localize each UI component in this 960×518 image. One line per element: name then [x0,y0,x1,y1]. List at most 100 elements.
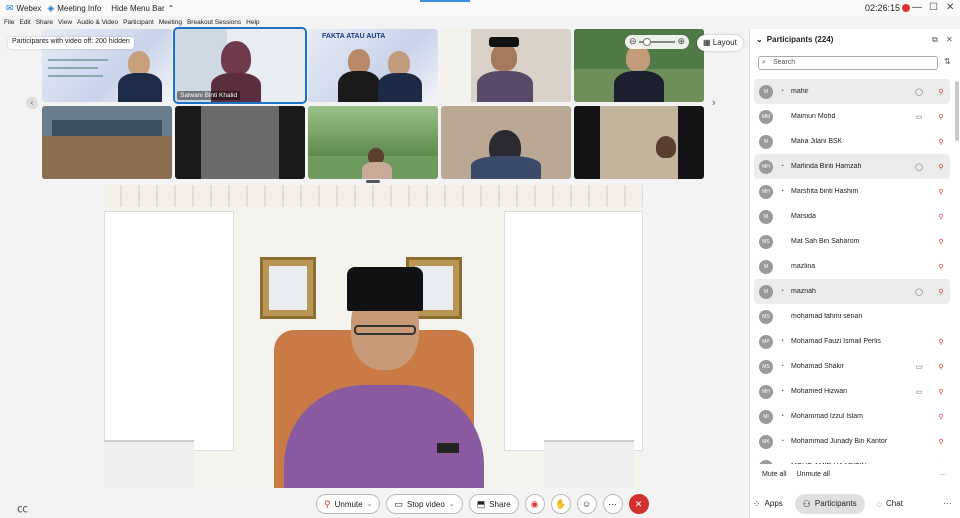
participant-row[interactable]: MS Mat Sah Bin Saharom ⚲ [754,229,950,254]
mic-muted-icon[interactable]: ⚲ [936,363,946,371]
menu-share[interactable]: Share [36,19,53,26]
participants-header[interactable]: ⌄ Participants (224) [756,35,833,44]
mic-muted-icon[interactable]: ⚲ [936,438,946,446]
menu-meeting[interactable]: Meeting [159,19,182,26]
participant-row[interactable]: MS mohamad fahmi senan [754,304,950,329]
raise-hand-button[interactable]: ✋ [550,494,571,514]
participant-name: Mohammad Izzul Islam [791,413,863,420]
menu-participant[interactable]: Participant [123,19,154,26]
chat-status-icon: ▭ [915,113,923,121]
mic-muted-icon[interactable]: ⚲ [936,113,946,121]
next-page-arrow-icon[interactable]: › [712,97,716,109]
leave-meeting-button[interactable]: ✕ [628,494,649,514]
chevron-down-icon[interactable]: ⌄ [449,500,455,508]
video-tile[interactable] [574,106,704,179]
hide-menu-bar-button[interactable]: Hide Menu Bar ⌃ [111,4,174,13]
mic-muted-icon[interactable]: ⚲ [936,388,946,396]
more-options-icon[interactable]: ··· [939,470,947,479]
menu-view[interactable]: View [58,19,72,26]
video-tile[interactable]: FAKTA ATAU AUTA [308,29,438,102]
video-tile-active[interactable]: Salwani Binti Khalid [173,27,307,104]
participant-row[interactable]: Mmazlina ⚲ [754,254,950,279]
close-window-icon[interactable]: ✕ [946,2,954,13]
more-options-button[interactable]: ··· [602,494,623,514]
mute-all-button[interactable]: Mute all [762,471,787,478]
apps-tab[interactable]: ⁘ Apps [745,494,791,514]
mic-muted-icon[interactable]: ⚲ [936,138,946,146]
participant-row[interactable]: MH ◔ Mohamed Hizwan ▭ ⚲ [754,379,950,404]
collapse-chevron-icon[interactable]: ⌄ [756,35,763,44]
participant-row[interactable]: MH ◔ Marlinda Binti Hamzah ◯ ⚲ [754,154,950,179]
chevron-down-icon[interactable]: ⌄ [367,500,373,508]
zoom-in-icon[interactable]: ⊕ [677,36,685,47]
webex-app-item[interactable]: ✉ Webex [6,3,41,14]
participant-row[interactable]: MA ◔ MOHD AMIR HJ ARIFIN▭ ⚲ [754,454,950,464]
more-tabs-icon[interactable]: ··· [943,498,952,508]
participant-row[interactable]: MH ◔ Marshita binti Hashim ⚲ [754,179,950,204]
participant-row[interactable]: M Marsida ⚲ [754,204,950,229]
list-scrollbar[interactable] [955,81,959,141]
participants-tab[interactable]: ⚇ Participants [794,494,865,514]
maximize-icon[interactable]: ☐ [929,2,938,13]
record-button[interactable]: ◉ [524,494,545,514]
participant-row[interactable]: M Maria Jilani BSK ⚲ [754,129,950,154]
chat-tab[interactable]: ◌ Chat [869,494,911,514]
unmute-all-button[interactable]: Unmute all [797,471,830,478]
left-cabinet [104,211,234,451]
participant-row[interactable]: M ◔ maznah ◯ ⚲ [754,279,950,304]
person-body [338,71,380,102]
prev-page-arrow-icon[interactable]: ‹ [26,97,38,109]
participant-row[interactable]: M ◔ mahir ◯ ⚲ [754,79,950,104]
songkok-cap [489,37,519,47]
person-head [221,41,251,75]
video-tile[interactable] [308,106,438,179]
mic-muted-icon[interactable]: ⚲ [936,188,946,196]
sort-icon[interactable]: ⇅ [944,57,951,66]
mic-muted-icon[interactable]: ⚲ [936,288,946,296]
menu-breakout-sessions[interactable]: Breakout Sessions [187,19,241,26]
unmute-button[interactable]: ⚲ Unmute ⌄ [316,494,381,514]
mic-muted-icon[interactable]: ⚲ [936,163,946,171]
share-button[interactable]: ⬒ Share [468,494,519,514]
mic-muted-icon[interactable]: ⚲ [936,338,946,346]
mic-muted-icon[interactable]: ⚲ [936,263,946,271]
participants-title: Participants (224) [766,35,834,44]
close-panel-icon[interactable]: ✕ [946,35,953,44]
menu-edit[interactable]: Edit [19,19,30,26]
chat-status-icon: ◯ [915,163,923,171]
menu-help[interactable]: Help [246,19,259,26]
mic-muted-icon[interactable]: ⚲ [936,463,946,465]
participant-name: Mohamed Hizwan [791,388,848,395]
zoom-out-icon[interactable]: ⊖ [629,36,637,47]
participant-name: Maria Jilani BSK [791,138,843,145]
resize-handle[interactable] [366,180,380,183]
zoom-slider[interactable]: ⊖ ⊕ [625,35,689,49]
participant-row[interactable]: MS ◔ Mohamad Shakir ▭ ⚲ [754,354,950,379]
video-tile[interactable] [441,29,571,102]
participant-row[interactable]: MM Maimun Mohd ▭ ⚲ [754,104,950,129]
closed-captions-icon[interactable]: ㏄ [17,500,28,516]
layout-button[interactable]: ▦ Layout [697,35,743,51]
participant-row[interactable]: MI ◔ Mohammad Izzul Islam ⚲ [754,404,950,429]
meeting-info-item[interactable]: ◈ Meeting Info [47,3,101,14]
chat-status-icon: ◯ [915,288,923,296]
mic-muted-icon[interactable]: ⚲ [936,88,946,96]
mic-muted-icon[interactable]: ⚲ [936,213,946,221]
participant-row[interactable]: MK ◔ Mohammad Junady Bin Kantor ⚲ [754,429,950,454]
zoom-knob[interactable] [643,38,651,46]
mic-muted-icon[interactable]: ⚲ [936,413,946,421]
popout-icon[interactable]: ⧉ [932,35,938,45]
video-tile[interactable] [42,106,172,179]
mic-muted-icon[interactable]: ⚲ [936,238,946,246]
menu-file[interactable]: File [4,19,14,26]
video-tile[interactable] [175,106,305,179]
more-dots-icon: ··· [608,499,618,509]
stop-video-button[interactable]: ▭ Stop video ⌄ [386,494,463,514]
minimize-icon[interactable]: — [912,2,922,13]
participant-row[interactable]: MP ◔ Mohamad Fauzi Ismail Perlis ⚲ [754,329,950,354]
menu-audio-video[interactable]: Audio & Video [77,19,118,26]
participant-search-input[interactable]: ⌕ Search [758,56,938,70]
reactions-button[interactable]: ☺ [576,494,597,514]
participants-label: Participants [814,499,857,508]
video-tile[interactable] [441,106,571,179]
